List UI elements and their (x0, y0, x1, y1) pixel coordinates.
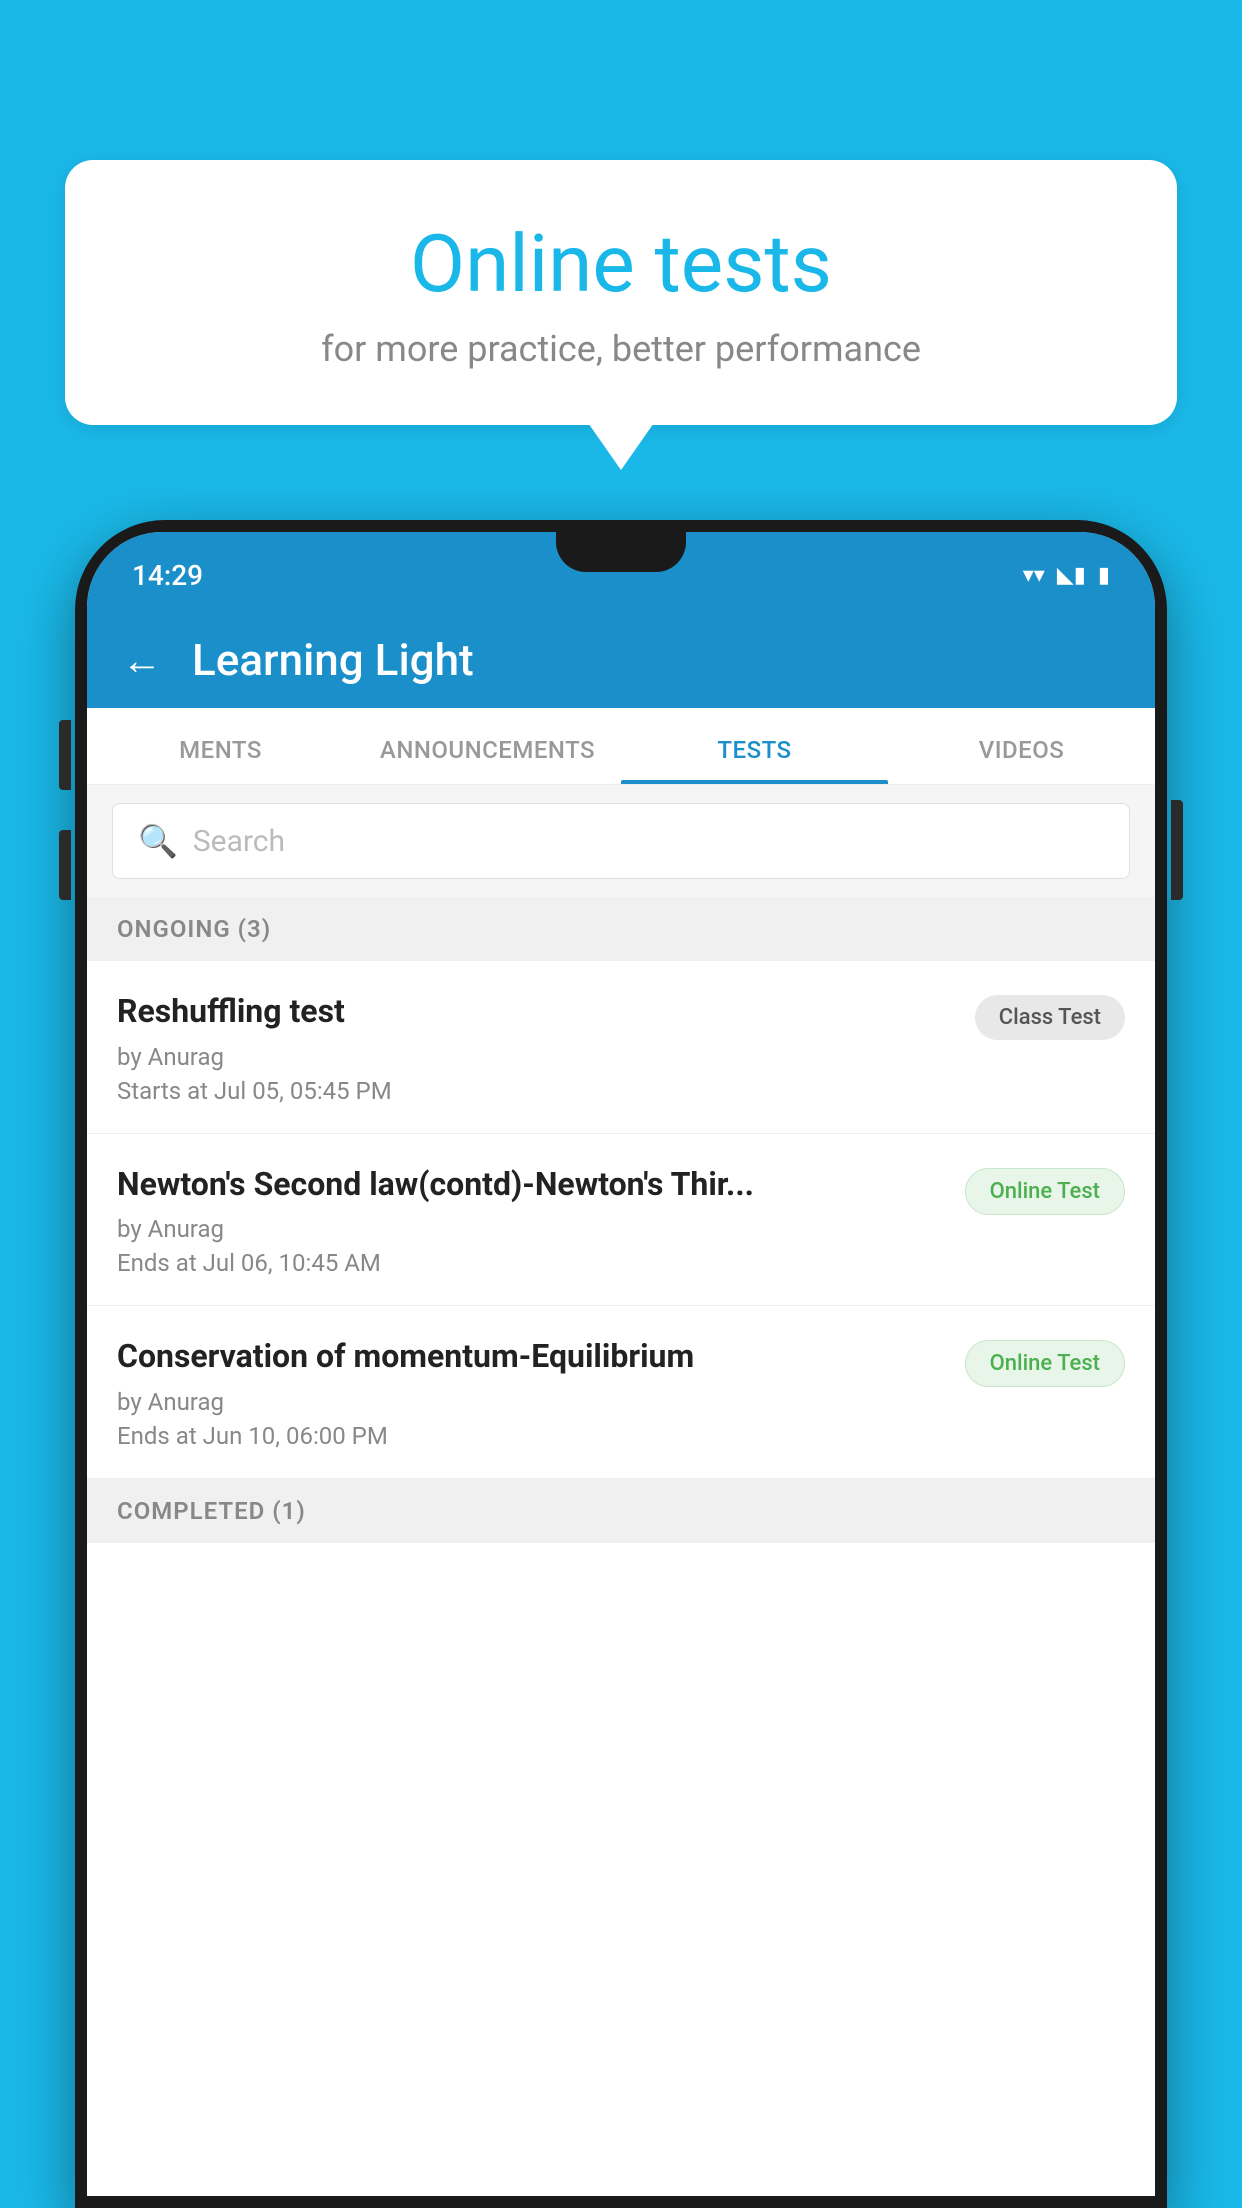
search-bar[interactable]: 🔍 Search (112, 803, 1130, 879)
power-button (1171, 800, 1183, 900)
test-date: Ends at Jun 10, 06:00 PM (117, 1422, 945, 1450)
test-name: Reshuffling test (117, 991, 955, 1033)
test-name: Conservation of momentum-Equilibrium (117, 1336, 945, 1378)
test-info: Conservation of momentum-Equilibrium by … (117, 1336, 945, 1450)
tab-videos[interactable]: VIDEOS (888, 708, 1155, 784)
app-title: Learning Light (192, 634, 474, 686)
test-date: Ends at Jul 06, 10:45 AM (117, 1249, 945, 1277)
test-badge: Online Test (965, 1168, 1125, 1215)
volume-down-button (59, 830, 71, 900)
search-icon: 🔍 (138, 822, 178, 860)
test-info: Newton's Second law(contd)-Newton's Thir… (117, 1164, 945, 1278)
status-time: 14:29 (132, 559, 203, 592)
bubble-title: Online tests (115, 220, 1127, 308)
test-badge: Online Test (965, 1340, 1125, 1387)
test-list: Reshuffling test by Anurag Starts at Jul… (87, 961, 1155, 2196)
test-author: by Anurag (117, 1388, 945, 1416)
app-bar: ← Learning Light (87, 612, 1155, 708)
test-item[interactable]: Reshuffling test by Anurag Starts at Jul… (87, 961, 1155, 1134)
test-date: Starts at Jul 05, 05:45 PM (117, 1077, 955, 1105)
test-author: by Anurag (117, 1043, 955, 1071)
notch (556, 532, 686, 572)
test-name: Newton's Second law(contd)-Newton's Thir… (117, 1164, 945, 1206)
test-info: Reshuffling test by Anurag Starts at Jul… (117, 991, 955, 1105)
phone-screen: 14:29 ▾▾ ◣▮ ▮ ← Learning Light MENTS ANN… (87, 532, 1155, 2196)
battery-icon: ▮ (1098, 563, 1110, 588)
bubble-subtitle: for more practice, better performance (115, 328, 1127, 370)
tab-ments[interactable]: MENTS (87, 708, 354, 784)
speech-bubble: Online tests for more practice, better p… (65, 160, 1177, 425)
search-placeholder: Search (193, 824, 285, 859)
signal-icon: ◣▮ (1057, 563, 1086, 588)
tab-tests[interactable]: TESTS (621, 708, 888, 784)
test-item[interactable]: Conservation of momentum-Equilibrium by … (87, 1306, 1155, 1479)
back-button[interactable]: ← (122, 637, 162, 684)
test-badge: Class Test (975, 995, 1125, 1040)
status-icons: ▾▾ ◣▮ ▮ (1023, 563, 1110, 588)
test-item[interactable]: Newton's Second law(contd)-Newton's Thir… (87, 1134, 1155, 1307)
phone-frame: 14:29 ▾▾ ◣▮ ▮ ← Learning Light MENTS ANN… (75, 520, 1167, 2208)
search-container: 🔍 Search (87, 785, 1155, 897)
tab-bar: MENTS ANNOUNCEMENTS TESTS VIDEOS (87, 708, 1155, 785)
ongoing-section-label: ONGOING (3) (87, 897, 1155, 961)
wifi-icon: ▾▾ (1023, 563, 1045, 588)
tab-announcements[interactable]: ANNOUNCEMENTS (354, 708, 621, 784)
volume-up-button (59, 720, 71, 790)
status-bar: 14:29 ▾▾ ◣▮ ▮ (87, 532, 1155, 612)
test-author: by Anurag (117, 1215, 945, 1243)
completed-section-label: COMPLETED (1) (87, 1479, 1155, 1543)
